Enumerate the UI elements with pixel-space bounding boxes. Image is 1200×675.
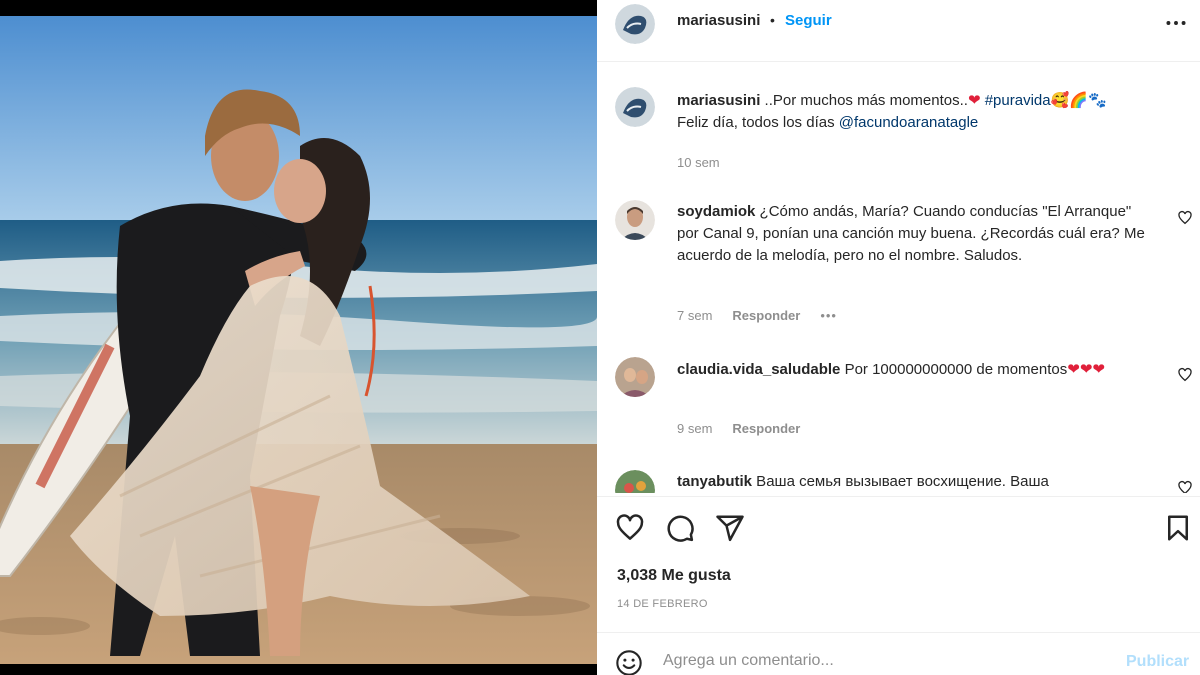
like-count[interactable]: 3,038 Me gusta <box>617 567 731 585</box>
more-horizontal-icon[interactable] <box>1163 10 1189 36</box>
like-comment-heart-icon[interactable] <box>1177 367 1193 383</box>
commenter-avatar[interactable] <box>615 200 655 240</box>
share-icon[interactable] <box>715 513 745 543</box>
heart-emojis: ❤❤❤ <box>1067 360 1105 378</box>
like-comment-heart-icon[interactable] <box>1177 480 1193 493</box>
comments-list[interactable]: mariasusini ..Por muchos más momentos..❤… <box>597 63 1200 493</box>
mention-link[interactable]: @facundoaranatagle <box>839 114 979 131</box>
post-photo[interactable] <box>0 16 597 664</box>
post-sidebar: mariasusini • Seguir mariasusini ..Por m… <box>597 0 1200 675</box>
comment-body: Por 100000000000 de momentos <box>840 361 1068 378</box>
caption-username[interactable]: mariasusini <box>677 92 760 109</box>
post-actions: 3,038 Me gusta 14 DE FEBRERO <box>597 496 1200 640</box>
comment-username[interactable]: soydamiok <box>677 203 755 220</box>
commenter-avatar[interactable] <box>615 357 655 397</box>
comment-body: Ваша семья вызывает восхищение. Ваша <box>752 473 1049 490</box>
comment-username[interactable]: tanyabutik <box>677 473 752 490</box>
comment-meta: 7 sem Responder ••• <box>677 308 857 323</box>
heart-emoji: ❤ <box>967 91 981 109</box>
comment-options-icon[interactable]: ••• <box>820 308 837 323</box>
reply-button[interactable]: Responder <box>732 308 800 323</box>
author-avatar[interactable] <box>615 4 655 44</box>
like-comment-heart-icon[interactable] <box>1177 210 1193 226</box>
comment-text: soydamiok ¿Cómo andás, María? Cuando con… <box>677 201 1157 267</box>
add-comment-bar: Publicar <box>597 632 1200 675</box>
reply-button[interactable]: Responder <box>732 421 800 436</box>
separator-dot: • <box>770 12 775 28</box>
caption-meta: 10 sem <box>677 155 740 170</box>
comment-meta: 9 sem Responder <box>677 421 820 436</box>
beach-couple-photo <box>0 16 597 664</box>
publish-button[interactable]: Publicar <box>1126 653 1189 671</box>
caption-avatar[interactable] <box>615 87 655 127</box>
caption-line-2: Feliz día, todos los días <box>677 114 839 131</box>
heart-icon[interactable] <box>615 513 645 543</box>
comment-text: tanyabutik Ваша семья вызывает восхищени… <box>677 471 1157 493</box>
comment-icon[interactable] <box>665 513 695 543</box>
follow-button[interactable]: Seguir <box>785 12 832 29</box>
comment-input[interactable] <box>663 647 1103 675</box>
emoji-picker-icon[interactable] <box>615 649 643 675</box>
comment-username[interactable]: claudia.vida_saludable <box>677 361 840 378</box>
comment-text: claudia.vida_saludable Por 100000000000 … <box>677 358 1157 381</box>
post-date[interactable]: 14 DE FEBRERO <box>617 598 708 610</box>
caption-text: mariasusini ..Por muchos más momentos..❤… <box>677 89 1157 134</box>
commenter-avatar[interactable] <box>615 470 655 493</box>
caption-time[interactable]: 10 sem <box>677 155 720 170</box>
post-header: mariasusini • Seguir <box>597 0 1200 62</box>
hashtag-link[interactable]: #puravida <box>985 92 1051 109</box>
author-username[interactable]: mariasusini <box>677 12 760 29</box>
comment-time[interactable]: 9 sem <box>677 421 712 436</box>
comment-time[interactable]: 7 sem <box>677 308 712 323</box>
bookmark-icon[interactable] <box>1163 513 1193 543</box>
caption-emojis: 🥰🌈🐾 <box>1050 91 1107 109</box>
caption-line-1: ..Por muchos más momentos.. <box>760 92 968 109</box>
photo-panel <box>0 0 597 675</box>
